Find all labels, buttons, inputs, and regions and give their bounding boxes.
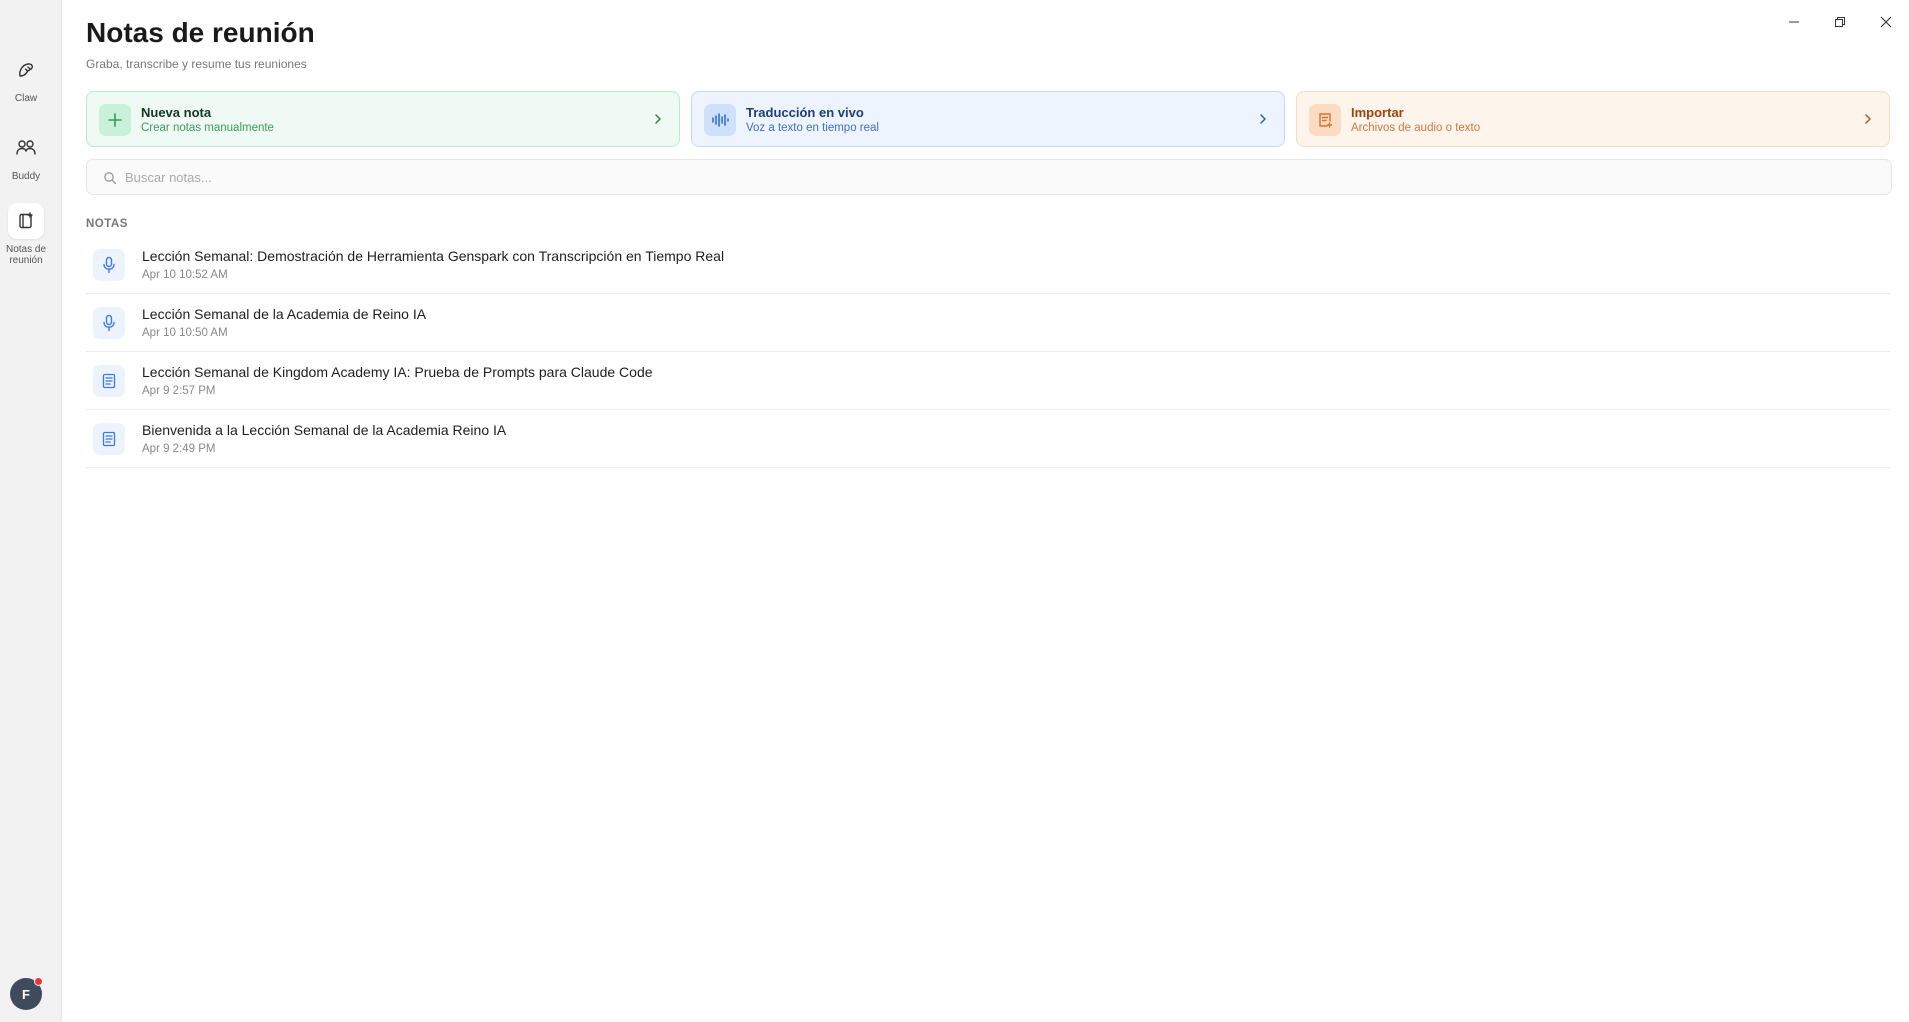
new-note-card[interactable]: Nueva nota Crear notas manualmente — [86, 91, 680, 147]
card-title: Importar — [1351, 105, 1404, 120]
sidebar-item-buddy[interactable]: Buddy — [0, 130, 52, 182]
window-controls — [1771, 6, 1909, 38]
avatar[interactable]: F — [10, 977, 43, 1010]
note-date: Apr 10 10:50 AM — [142, 327, 228, 339]
page-subtitle: Graba, transcribe y resume tus reuniones — [86, 57, 307, 71]
list-item[interactable]: Bienvenida a la Lección Semanal de la Ac… — [86, 410, 1890, 468]
microphone-icon — [93, 249, 125, 281]
import-file-icon — [1309, 104, 1341, 136]
card-subtitle: Archivos de audio o texto — [1351, 122, 1481, 134]
sidebar-item-label: Claw — [14, 93, 38, 104]
audio-wave-icon — [704, 104, 736, 136]
microphone-icon — [93, 307, 125, 339]
search-input[interactable] — [125, 160, 1825, 194]
list-item[interactable]: Lección Semanal de la Academia de Reino … — [86, 294, 1890, 352]
live-translation-card[interactable]: Traducción en vivo Voz a texto en tiempo… — [691, 91, 1285, 147]
restore-icon — [1835, 17, 1845, 27]
chevron-right-icon — [655, 114, 661, 124]
notification-dot — [34, 977, 43, 986]
list-item[interactable]: Lección Semanal: Demostración de Herrami… — [86, 236, 1890, 294]
note-title: Bienvenida a la Lección Semanal de la Ac… — [142, 422, 507, 438]
minimize-button[interactable] — [1771, 6, 1817, 38]
meeting-notes-icon — [8, 203, 44, 239]
avatar-initial: F — [22, 986, 30, 1002]
close-button[interactable] — [1863, 6, 1909, 38]
sidebar-item-label: Notas de reunión — [5, 244, 47, 266]
notes-list: Lección Semanal: Demostración de Herrami… — [86, 236, 1890, 468]
chevron-right-icon — [1260, 114, 1266, 124]
note-date: Apr 9 2:49 PM — [142, 443, 216, 455]
note-title: Lección Semanal: Demostración de Herrami… — [142, 248, 725, 264]
sidebar-item-meeting-notes[interactable]: Notas de reunión — [0, 203, 52, 266]
chevron-right-icon — [1865, 114, 1871, 124]
app-window: Claw Buddy Notas de reunión F Notas de r… — [0, 0, 1909, 1022]
import-card[interactable]: Importar Archivos de audio o texto — [1296, 91, 1890, 147]
action-cards: Nueva nota Crear notas manualmente Tradu… — [86, 91, 1892, 147]
card-title: Traducción en vivo — [746, 105, 864, 120]
notes-section-label: NOTAS — [86, 218, 128, 230]
sidebar-item-claw[interactable]: Claw — [0, 52, 52, 104]
document-icon — [93, 365, 125, 397]
claw-icon — [8, 52, 44, 88]
search-box — [86, 159, 1892, 195]
plus-icon — [99, 104, 131, 136]
sidebar-item-label: Buddy — [11, 171, 41, 182]
note-title: Lección Semanal de Kingdom Academy IA: P… — [142, 364, 653, 380]
buddy-icon — [8, 130, 44, 166]
restore-button[interactable] — [1817, 6, 1863, 38]
note-title: Lección Semanal de la Academia de Reino … — [142, 306, 427, 322]
note-date: Apr 9 2:57 PM — [142, 385, 216, 397]
sidebar: Claw Buddy Notas de reunión F — [0, 0, 62, 1022]
close-icon — [1880, 16, 1892, 28]
document-icon — [93, 423, 125, 455]
card-subtitle: Voz a texto en tiempo real — [746, 122, 879, 134]
card-subtitle: Crear notas manualmente — [141, 122, 274, 134]
search-icon — [104, 172, 117, 185]
list-item[interactable]: Lección Semanal de Kingdom Academy IA: P… — [86, 352, 1890, 410]
note-date: Apr 10 10:52 AM — [142, 269, 228, 281]
minimize-icon — [1789, 21, 1799, 23]
card-title: Nueva nota — [141, 105, 212, 120]
page-title: Notas de reunión — [86, 17, 315, 48]
